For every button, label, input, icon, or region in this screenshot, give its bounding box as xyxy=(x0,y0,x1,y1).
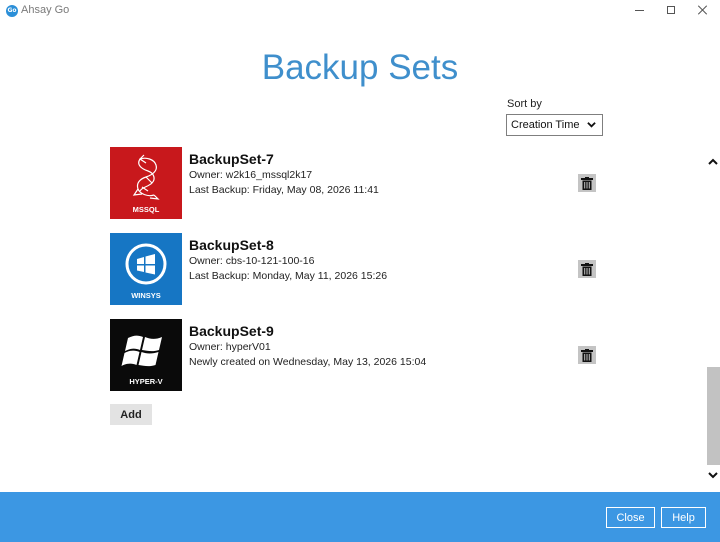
backup-set-owner: Owner: hyperV01 xyxy=(189,341,271,353)
backup-set-item[interactable]: HYPER-V BackupSet-9 Owner: hyperV01 Newl… xyxy=(110,319,610,391)
backup-set-tile: WINSYS xyxy=(110,233,182,305)
title-bar: Go Ahsay Go xyxy=(0,0,720,22)
chevron-down-icon xyxy=(708,472,718,479)
tile-label: HYPER-V xyxy=(129,377,163,386)
close-icon xyxy=(698,5,708,15)
maximize-icon xyxy=(667,6,675,14)
sort-label: Sort by xyxy=(507,98,542,110)
chevron-down-icon xyxy=(587,122,596,128)
backup-set-tile: MSSQL xyxy=(110,147,182,219)
footer-bar: Close Help xyxy=(0,492,720,542)
backup-set-status: Last Backup: Friday, May 08, 2026 11:41 xyxy=(189,184,379,196)
trash-icon xyxy=(581,176,593,190)
scroll-up-button[interactable] xyxy=(706,156,720,168)
backup-set-status: Last Backup: Monday, May 11, 2026 15:26 xyxy=(189,270,388,282)
help-button[interactable]: Help xyxy=(661,507,706,528)
delete-button[interactable] xyxy=(578,346,596,364)
tile-label: WINSYS xyxy=(131,291,161,300)
backup-set-status: Newly created on Wednesday, May 13, 2026… xyxy=(189,356,427,368)
window-close-button[interactable] xyxy=(686,1,720,19)
chevron-up-icon xyxy=(708,158,718,165)
maximize-button[interactable] xyxy=(654,1,688,19)
backup-set-tile: HYPER-V xyxy=(110,319,182,391)
tile-label: MSSQL xyxy=(132,205,160,214)
minimize-icon xyxy=(634,9,644,11)
trash-icon xyxy=(581,262,593,276)
minimize-button[interactable] xyxy=(622,1,656,19)
backup-set-owner: Owner: cbs-10-121-100-16 xyxy=(189,255,315,267)
scroll-down-button[interactable] xyxy=(706,469,720,481)
sort-selected-value: Creation Time xyxy=(511,119,580,131)
mssql-icon xyxy=(132,154,160,200)
backup-set-owner: Owner: w2k16_mssql2k17 xyxy=(189,169,313,181)
backup-set-name[interactable]: BackupSet-7 xyxy=(189,151,274,167)
sort-dropdown[interactable]: Creation Time xyxy=(506,114,603,136)
backup-set-name[interactable]: BackupSet-9 xyxy=(189,323,274,339)
page-title: Backup Sets xyxy=(261,48,459,87)
trash-icon xyxy=(581,348,593,362)
backup-set-item[interactable]: WINSYS BackupSet-8 Owner: cbs-10-121-100… xyxy=(110,233,610,305)
windows-icon xyxy=(121,335,162,367)
app-title: Ahsay Go xyxy=(21,4,70,16)
backup-set-name[interactable]: BackupSet-8 xyxy=(189,237,274,253)
scrollbar-thumb[interactable] xyxy=(707,367,720,465)
close-button[interactable]: Close xyxy=(606,507,655,528)
app-logo-icon: Go xyxy=(6,5,18,17)
add-button[interactable]: Add xyxy=(110,404,152,425)
backup-set-item[interactable]: MSSQL BackupSet-7 Owner: w2k16_mssql2k17… xyxy=(110,147,610,219)
delete-button[interactable] xyxy=(578,260,596,278)
delete-button[interactable] xyxy=(578,174,596,192)
windows-system-icon xyxy=(125,243,167,285)
